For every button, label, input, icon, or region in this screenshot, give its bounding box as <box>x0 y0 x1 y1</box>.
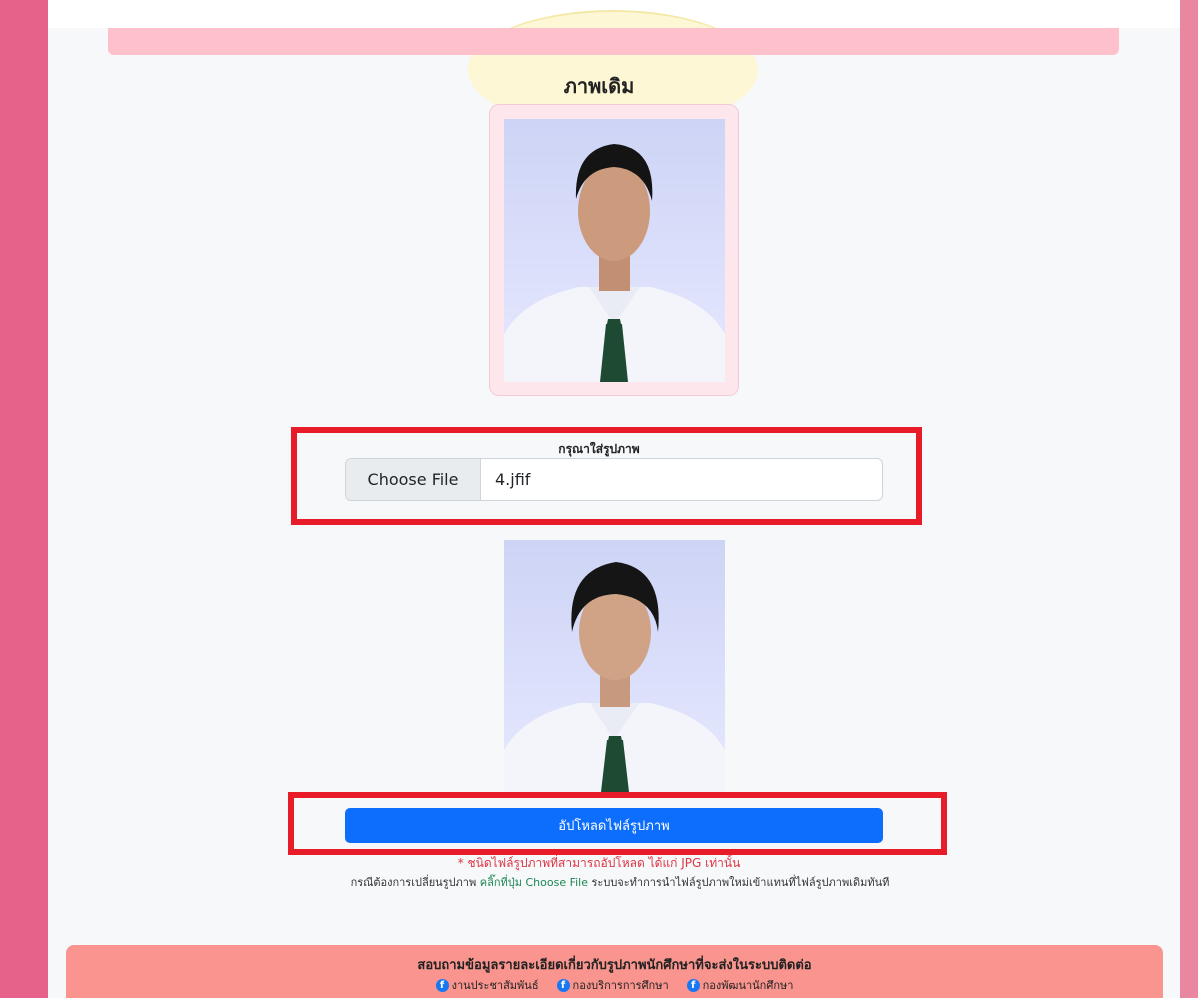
footer-link-label: กองบริการการศึกษา <box>572 979 669 992</box>
facebook-icon: f <box>686 978 700 992</box>
replace-note-link: คลิ๊กที่ปุ่ม Choose File <box>479 876 589 889</box>
replace-note-prefix: กรณีต้องการเปลี่ยนรูปภาพ <box>350 876 477 889</box>
replace-photo-note: กรณีต้องการเปลี่ยนรูปภาพ คลิ๊กที่ปุ่ม Ch… <box>0 873 1198 891</box>
footer-link-pr[interactable]: f งานประชาสัมพันธ์ <box>435 976 539 994</box>
original-photo-title: ภาพเดิม <box>563 74 635 98</box>
footer-title: สอบถามข้อมูลรายละเอียดเกี่ยวกับรูปภาพนัก… <box>417 958 812 973</box>
original-student-photo <box>504 119 725 382</box>
left-side-band <box>0 0 48 998</box>
upload-label: กรุณาใส่รูปภาพ <box>558 442 640 456</box>
footer-link-student-development[interactable]: f กองพัฒนานักศึกษา <box>686 976 794 994</box>
choose-file-button[interactable]: Choose File <box>346 459 481 500</box>
upload-photo-button[interactable]: อัปโหลดไฟล์รูปภาพ <box>345 808 883 843</box>
facebook-icon: f <box>435 978 449 992</box>
file-input[interactable]: Choose File 4.jfif <box>345 458 883 501</box>
selected-file-name: 4.jfif <box>495 470 531 489</box>
file-type-note: * ชนิดไฟล์รูปภาพที่สามารถอัปโหลด ได้แก่ … <box>457 856 741 870</box>
replace-note-suffix: ระบบจะทำการนำไฟล์รูปภาพใหม่เข้าแทนที่ไฟล… <box>591 876 890 889</box>
footer-link-academic-services[interactable]: f กองบริการการศึกษา <box>556 976 669 994</box>
new-photo-preview <box>504 540 725 792</box>
facebook-icon: f <box>556 978 570 992</box>
footer-link-label: กองพัฒนานักศึกษา <box>702 979 794 992</box>
footer-link-label: งานประชาสัมพันธ์ <box>451 979 539 992</box>
header-pink-bar <box>108 28 1119 55</box>
right-side-band <box>1180 0 1198 998</box>
contact-footer: สอบถามข้อมูลรายละเอียดเกี่ยวกับรูปภาพนัก… <box>66 945 1163 998</box>
footer-links: f งานประชาสัมพันธ์ f กองบริการการศึกษา f… <box>66 976 1163 994</box>
